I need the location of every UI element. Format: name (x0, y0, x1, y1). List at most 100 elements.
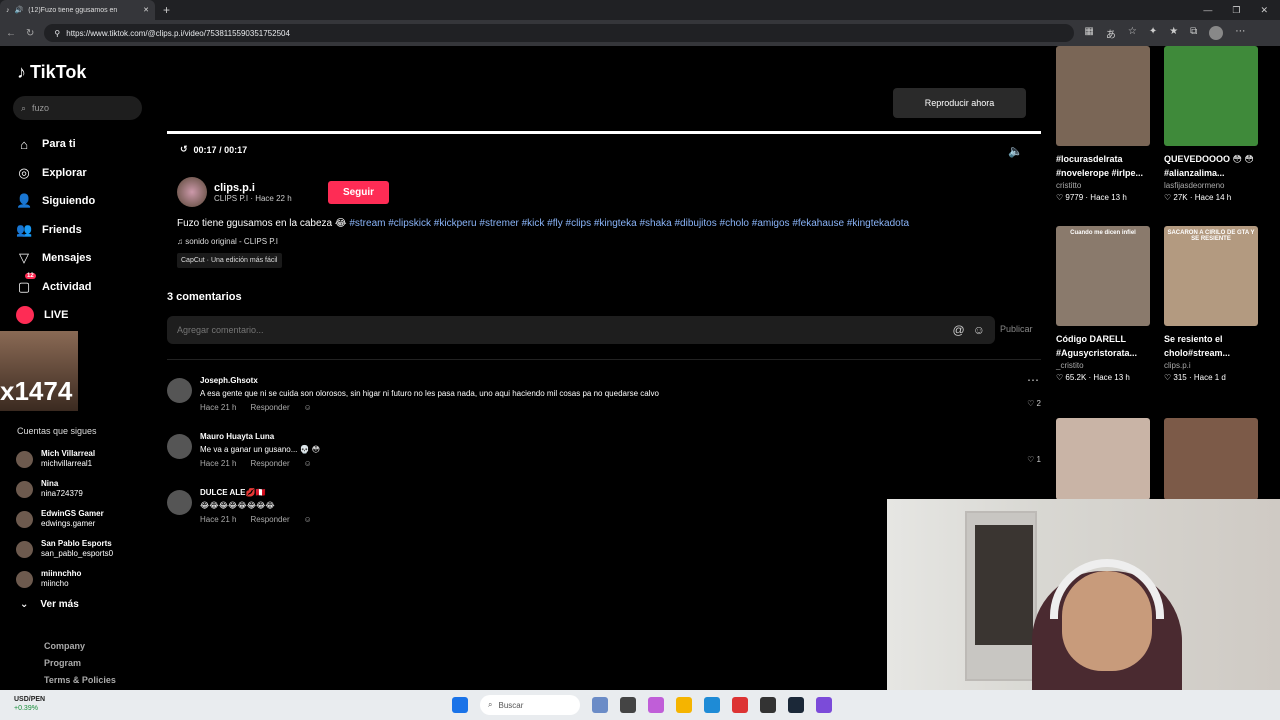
refresh-icon[interactable]: ↻ (26, 28, 34, 39)
comment-author[interactable]: Mauro Huayta Luna (200, 432, 274, 441)
comment-meta: Hace 21 h Responder ☺ (200, 459, 312, 468)
like-button[interactable]: ♡ 1 (1027, 455, 1041, 464)
video-card-title: Código DARELL #Agusycristorata... (1056, 334, 1138, 358)
avatar (16, 450, 33, 468)
more-options-icon[interactable]: ⋯ (1027, 373, 1039, 387)
new-tab-button[interactable]: + (163, 3, 170, 17)
comment-input[interactable] (177, 325, 945, 335)
video-card[interactable] (1056, 418, 1150, 500)
author-avatar[interactable] (177, 177, 207, 207)
mention-icon[interactable]: @ (953, 323, 965, 337)
sidebar-item-siguiendo[interactable]: 👤 Siguiendo (16, 187, 156, 216)
search-input[interactable]: fuzo (32, 103, 49, 113)
task-view-icon[interactable] (620, 697, 636, 713)
hashtags[interactable]: #stream #clipskick #kickperu #stremer #k… (349, 218, 909, 229)
avatar (16, 540, 33, 558)
author-name[interactable]: clips.p.i (214, 182, 292, 194)
back-icon[interactable]: ← (6, 28, 16, 39)
widget-icon[interactable] (592, 697, 608, 713)
tiktok-logo[interactable]: ♪ TikTok (17, 62, 86, 83)
follow-button[interactable]: Seguir (328, 181, 389, 204)
minimize-icon[interactable]: — (1203, 5, 1212, 16)
video-card[interactable]: #locurasdelrata #novelerope #irlpe... cr… (1056, 46, 1150, 202)
following-item[interactable]: miinnchho miincho (16, 564, 156, 594)
avatar[interactable] (167, 490, 192, 515)
video-card[interactable] (1164, 418, 1258, 500)
avatar[interactable] (167, 378, 192, 403)
video-card[interactable]: QUEVEDOOOO 😳 😳 #alianzalima... lasfijasd… (1164, 46, 1258, 202)
media-app-icon[interactable] (760, 697, 776, 713)
steam-icon[interactable] (788, 697, 804, 713)
apps-icon[interactable]: ▦ (1084, 26, 1093, 41)
address-bar[interactable]: ⚲ https://www.tiktok.com/@clips.p.i/vide… (44, 24, 1075, 42)
video-progress-bar[interactable] (167, 131, 1041, 134)
sidebar-item-live[interactable]: LIVE (16, 301, 156, 330)
emoji-icon[interactable]: ☺ (973, 323, 985, 337)
home-icon: ⌂ (20, 136, 28, 152)
replay-icon[interactable]: ↺ (180, 144, 188, 155)
like-button[interactable]: ♡ 2 (1027, 399, 1041, 408)
video-card[interactable]: Cuando me dicen infiel Código DARELL #Ag… (1056, 226, 1150, 382)
sidebar-item-actividad[interactable]: ▢ 12 Actividad (16, 272, 156, 302)
capcut-tag[interactable]: CapCut · Una edición más fácil (177, 253, 282, 268)
search-box[interactable]: ⌕ fuzo (13, 96, 142, 120)
sidebar-footer: Company Program Terms & Policies (44, 638, 116, 689)
avatar[interactable] (167, 434, 192, 459)
following-item[interactable]: EdwinGS Gamer edwings.gamer (16, 504, 156, 534)
volume-icon[interactable]: 🔈 (1008, 144, 1023, 158)
collections-icon[interactable]: ⧉ (1190, 26, 1197, 41)
tab-title: (12)Fuzo tiene ggusamos en (28, 6, 118, 14)
video-card-author: clips.p.i (1164, 361, 1191, 370)
footer-link-company[interactable]: Company (44, 638, 116, 655)
following-item[interactable]: Mich Villarreal michvillarreal1 (16, 444, 156, 474)
sidebar-item-explorar[interactable]: ◎ Explorar (16, 159, 156, 188)
favorites-icon[interactable]: ★ (1169, 26, 1178, 41)
reaction-icon[interactable]: ☺ (304, 459, 312, 468)
stock-widget[interactable]: USD/PEN +0.39% (14, 695, 45, 713)
close-tab-icon[interactable]: ✕ (143, 6, 149, 14)
speaker-icon[interactable]: 🔊 (15, 6, 24, 14)
following-item[interactable]: San Pablo Esports san_pablo_esports0 (16, 534, 156, 564)
close-window-icon[interactable]: ✕ (1260, 5, 1268, 16)
favorite-star-icon[interactable]: ☆ (1128, 26, 1137, 41)
following-item[interactable]: Nina nina724379 (16, 474, 156, 504)
reaction-icon[interactable]: ☺ (304, 403, 312, 412)
browser-tab[interactable]: ♪ 🔊 (12)Fuzo tiene ggusamos en ✕ (0, 0, 155, 20)
translate-icon[interactable]: あ (1106, 26, 1116, 41)
sidebar-item-mensajes[interactable]: ▽ Mensajes (16, 244, 156, 273)
windows-start-icon[interactable] (452, 697, 468, 713)
publish-button[interactable]: Publicar (1000, 324, 1033, 334)
maximize-icon[interactable]: ❐ (1232, 5, 1240, 16)
site-info-icon[interactable]: ⚲ (54, 29, 60, 38)
webcam-overlay (887, 499, 1280, 690)
extensions-icon[interactable]: ✦ (1149, 26, 1157, 41)
wps-icon[interactable] (732, 697, 748, 713)
footer-link-program[interactable]: Program (44, 655, 116, 672)
taskbar-search[interactable]: ⌕ Buscar (480, 695, 580, 715)
reply-button[interactable]: Responder (250, 403, 289, 412)
video-card-stats: ♡ 27K · Hace 14 h (1164, 193, 1232, 202)
menu-dots-icon[interactable]: ⋯ (1235, 26, 1245, 41)
edge-icon[interactable] (704, 697, 720, 713)
video-card-author: cristitto (1056, 181, 1082, 190)
reply-button[interactable]: Responder (250, 459, 289, 468)
video-card[interactable]: SACARON A CIRILO DE GTA Y SE RESIENTE Se… (1164, 226, 1258, 382)
windows-taskbar: USD/PEN +0.39% ⌕ Buscar (0, 690, 1280, 720)
footer-link-terms[interactable]: Terms & Policies (44, 672, 116, 689)
video-card-title: QUEVEDOOOO 😳 😳 #alianzalima... (1164, 154, 1254, 178)
url-text: https://www.tiktok.com/@clips.p.i/video/… (66, 28, 290, 38)
profile-avatar[interactable] (1209, 25, 1224, 40)
file-explorer-icon[interactable] (676, 697, 692, 713)
sidebar-item-para-ti[interactable]: ⌂ Para ti (16, 130, 156, 159)
discord-icon[interactable] (816, 697, 832, 713)
messages-icon: ▽ (19, 250, 29, 266)
sidebar-item-friends[interactable]: 👥 Friends (16, 216, 156, 245)
comment-author[interactable]: DULCE ALE💋🇵🇪 (200, 488, 265, 497)
play-now-button[interactable]: Reproducir ahora (893, 88, 1026, 118)
sound-link[interactable]: ♫ sonido original - CLIPS P.I (177, 237, 278, 246)
comment-author[interactable]: Joseph.Ghsotx (200, 376, 258, 385)
copilot-icon[interactable] (648, 697, 664, 713)
reply-button[interactable]: Responder (250, 515, 289, 524)
reaction-icon[interactable]: ☺ (304, 515, 312, 524)
see-more-button[interactable]: ⌄ Ver más (20, 599, 79, 610)
